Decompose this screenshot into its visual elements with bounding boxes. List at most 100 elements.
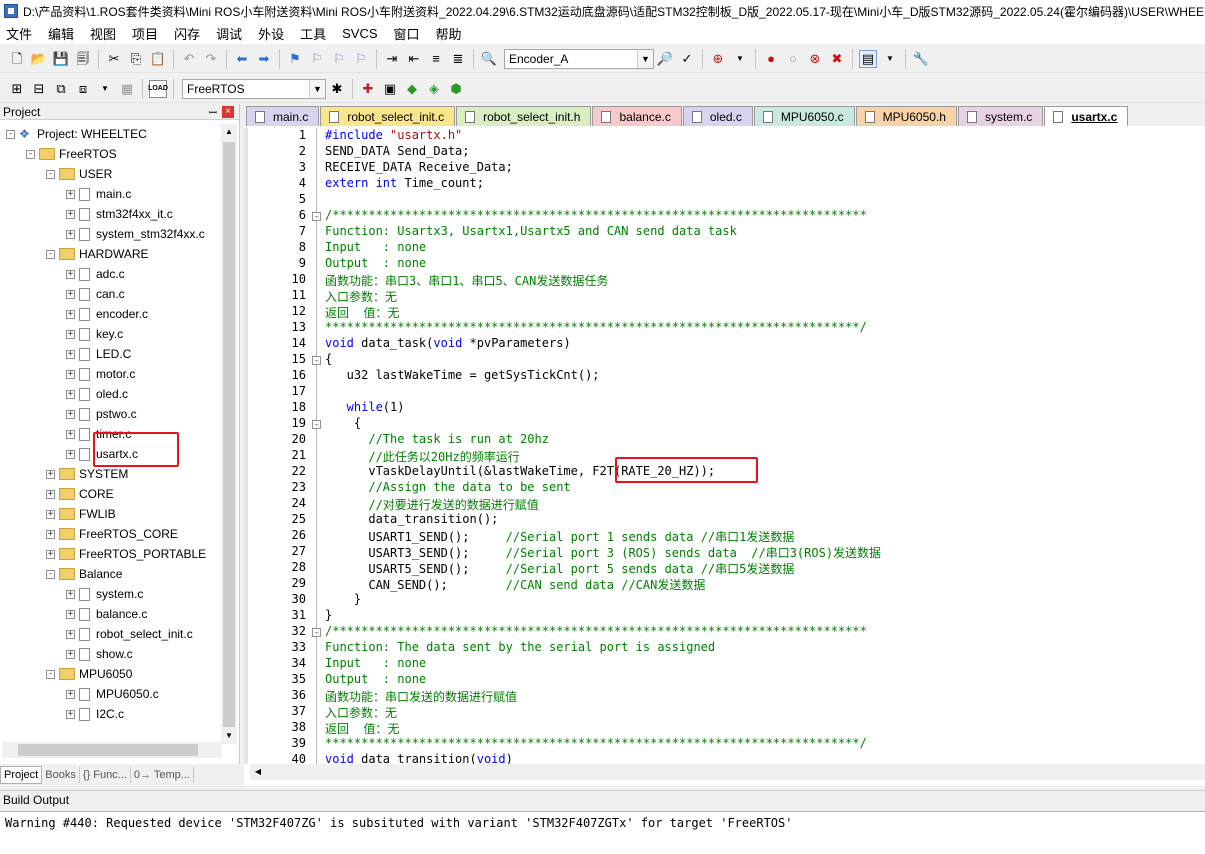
prev-bookmark-icon[interactable]: ⚐ [308,50,326,68]
build-icon[interactable]: ⊟ [30,80,48,98]
file-usartx-c[interactable]: + usartx.c [66,444,138,464]
expand-icon[interactable]: + [66,269,75,279]
code-line[interactable]: //此任务以20Hz的频率运行 [325,448,519,465]
code-line[interactable]: #include "usartx.h" [325,128,462,142]
code-line[interactable]: /***************************************… [325,208,867,222]
group-system[interactable]: + SYSTEM [46,464,128,484]
code-line[interactable]: while(1) [325,400,405,414]
code-line[interactable]: void data_task(void *pvParameters) [325,336,571,350]
editor-horizontal-scrollbar[interactable]: ◀ [250,764,1205,780]
incremental-find-icon[interactable]: ✓ [678,50,696,68]
file-extensions-icon[interactable]: ▣ [381,80,399,98]
file-show-c[interactable]: + show.c [66,644,133,664]
rebuild-icon[interactable]: ⧉ [52,80,70,98]
code-line[interactable]: USART1_SEND(); //Serial port 1 sends dat… [325,528,794,545]
code-line[interactable]: } [325,608,332,622]
disable-all-breakpoints-icon[interactable]: ⊗ [806,50,824,68]
file-key-c[interactable]: + key.c [66,324,123,344]
expand-icon[interactable]: + [66,329,75,339]
collapse-icon[interactable]: - [26,149,35,159]
target-options-icon[interactable]: ✱ [328,80,346,98]
expand-icon[interactable]: + [66,189,75,199]
project-root[interactable]: - ❖ Project: WHEELTEC [6,124,147,144]
collapse-icon[interactable]: - [6,129,15,139]
code-line[interactable]: RECEIVE_DATA Receive_Data; [325,160,513,174]
group-balance[interactable]: - Balance [46,564,122,584]
indent-icon[interactable]: ⇥ [383,50,401,68]
code-line[interactable]: /***************************************… [325,624,867,638]
collapse-icon[interactable]: - [46,569,55,579]
code-line[interactable]: extern int Time_count; [325,176,484,190]
code-line[interactable]: Output : none [325,256,426,270]
code-line[interactable]: SEND_DATA Send_Data; [325,144,470,158]
next-bookmark-icon[interactable]: ⚐ [330,50,348,68]
select-packs-icon[interactable]: ◈ [425,80,443,98]
file-encoder-c[interactable]: + encoder.c [66,304,148,324]
group-fwlib[interactable]: + FWLIB [46,504,116,524]
code-line[interactable]: 返回 值：无 [325,304,399,321]
file-balance-c[interactable]: + balance.c [66,604,147,624]
file-led-c[interactable]: + LED.C [66,344,131,364]
cut-icon[interactable]: ✂ [105,50,123,68]
paste-icon[interactable]: 📋 [149,50,167,68]
code-line[interactable]: //对要进行发送的数据进行赋值 [325,496,538,513]
code-line[interactable]: Input : none [325,656,426,670]
code-line[interactable]: USART3_SEND(); //Serial port 3 (ROS) sen… [325,544,881,561]
expand-icon[interactable]: + [46,549,55,559]
save-all-icon[interactable]: 🗐 [74,50,92,68]
code-line[interactable]: //Assign the data to be sent [325,480,570,494]
batch-build-icon[interactable]: ⧈ [74,80,92,98]
breakpoint-icon[interactable]: ● [762,50,780,68]
code-line[interactable]: Output : none [325,672,426,686]
code-line[interactable]: } [325,592,361,606]
code-line[interactable]: USART5_SEND(); //Serial port 5 sends dat… [325,560,794,577]
file-oled-c[interactable]: + oled.c [66,384,128,404]
translate-icon[interactable]: ⊞ [8,80,26,98]
editor-tab-main-c[interactable]: main.c [246,106,320,126]
expand-icon[interactable]: + [46,489,55,499]
file-mpu6050-c[interactable]: + MPU6050.c [66,684,159,704]
panel-tab-1[interactable]: Books [42,767,80,783]
file-adc-c[interactable]: + adc.c [66,264,125,284]
copy-icon[interactable]: ⎘ [127,50,145,68]
code-area[interactable]: 1 #include "usartx.h" 2 SEND_DATA Send_Data… [244,128,1205,764]
manage-project-icon[interactable]: ✚ [359,80,377,98]
collapse-icon[interactable]: - [46,249,55,259]
code-line[interactable]: void data_transition(void) [325,752,513,764]
file-i2c-c[interactable]: + I2C.c [66,704,124,724]
code-line[interactable]: ****************************************… [325,736,867,750]
disable-breakpoint-icon[interactable]: ○ [784,50,802,68]
new-file-icon[interactable]: 🗋 [8,50,26,68]
code-line[interactable]: data_transition(); [325,512,498,526]
expand-icon[interactable]: + [66,409,75,419]
target-combo[interactable]: FreeRTOS ▼ [182,78,326,99]
editor-tab-mpu6050-c[interactable]: MPU6050.c [753,106,855,126]
chevron-down-icon[interactable]: ▼ [731,50,749,68]
file-motor-c[interactable]: + motor.c [66,364,135,384]
expand-icon[interactable]: + [66,649,75,659]
nav-back-icon[interactable]: ⬅ [233,50,251,68]
panel-tab-3[interactable]: 0→ Temp... [131,767,194,783]
file-timer-c[interactable]: + timer.c [66,424,131,444]
code-line[interactable]: Function: The data sent by the serial po… [325,640,715,654]
editor-tab-robot-select-init-h[interactable]: robot_select_init.h [456,106,592,126]
expand-icon[interactable]: + [46,529,55,539]
target-freertos[interactable]: - FreeRTOS [26,144,117,164]
debug-icon[interactable]: ⊕ [709,50,727,68]
group-user[interactable]: - USER [46,164,112,184]
menu-item-6[interactable]: 外设 [258,24,284,43]
pack-installer-icon[interactable]: ⬢ [447,80,465,98]
close-icon[interactable]: × [222,106,234,118]
project-vertical-scrollbar[interactable]: ▲ ▼ [221,124,237,744]
expand-icon[interactable]: + [66,389,75,399]
code-line[interactable]: Function: Usartx3, Usartx1,Usartx5 and C… [325,224,737,238]
code-line[interactable]: CAN_SEND(); //CAN send data //CAN发送数据 [325,576,705,593]
menu-item-10[interactable]: 帮助 [436,24,462,43]
code-line[interactable]: 入口参数：无 [325,288,397,305]
save-icon[interactable]: 💾 [52,50,70,68]
editor-tab-oled-c[interactable]: oled.c [682,106,753,126]
find-in-files-icon[interactable]: 🔍 [480,50,498,68]
stop-build-icon[interactable]: ▦ [118,80,136,98]
file-main-c[interactable]: + main.c [66,184,131,204]
window-layout-icon[interactable]: ▤ [859,49,877,68]
